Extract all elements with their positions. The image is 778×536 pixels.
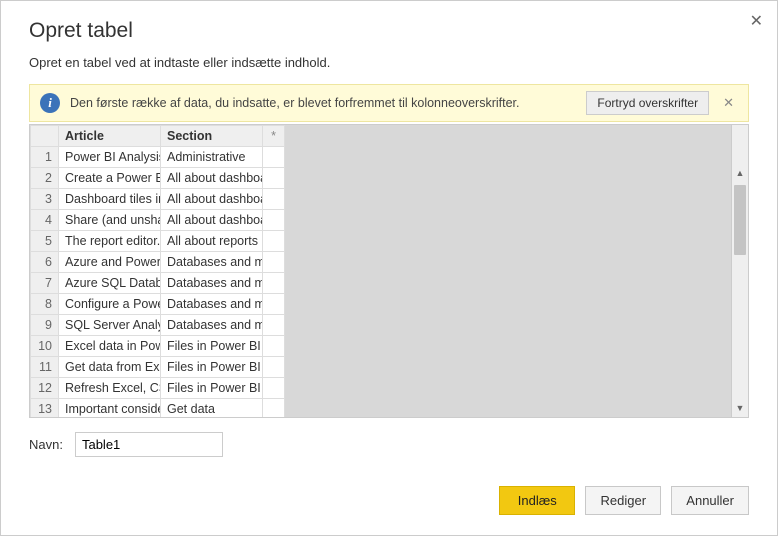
table-row[interactable]: 7Azure SQL DatabaDatabases and mo [31, 273, 285, 294]
cell-article[interactable]: Excel data in Powe [59, 336, 161, 357]
table-row[interactable]: 4Share (and unsharAll about dashboa [31, 210, 285, 231]
notice-text: Den første række af data, du indsatte, e… [70, 96, 576, 110]
cell-article[interactable]: Power BI Analysis [59, 147, 161, 168]
cell-section[interactable]: All about reports [161, 231, 263, 252]
cell-empty[interactable] [263, 294, 285, 315]
undo-headers-button[interactable]: Fortryd overskrifter [586, 91, 709, 115]
edit-button[interactable]: Rediger [585, 486, 661, 515]
row-number[interactable]: 10 [31, 336, 59, 357]
cell-section[interactable]: All about dashboa [161, 189, 263, 210]
cell-article[interactable]: Azure and Power B [59, 252, 161, 273]
cell-section[interactable]: Databases and mo [161, 315, 263, 336]
scroll-thumb[interactable] [734, 185, 746, 255]
row-number[interactable]: 11 [31, 357, 59, 378]
column-header-section[interactable]: Section [161, 126, 263, 147]
row-number[interactable]: 12 [31, 378, 59, 399]
cell-section[interactable]: Files in Power BI [161, 357, 263, 378]
header-row: Article Section * [31, 126, 285, 147]
data-grid: Article Section * 1Power BI AnalysisAdmi… [29, 124, 749, 418]
cell-article[interactable]: SQL Server Analys [59, 315, 161, 336]
cell-section[interactable]: Databases and mo [161, 294, 263, 315]
name-label: Navn: [29, 437, 63, 452]
info-notice: i Den første række af data, du indsatte,… [29, 84, 749, 122]
row-number[interactable]: 4 [31, 210, 59, 231]
row-number[interactable]: 2 [31, 168, 59, 189]
notice-close-icon[interactable]: ✕ [719, 95, 738, 111]
cell-section[interactable]: Files in Power BI [161, 378, 263, 399]
scroll-up-icon[interactable]: ▲ [732, 165, 748, 182]
cell-empty[interactable] [263, 336, 285, 357]
cell-empty[interactable] [263, 189, 285, 210]
cell-article[interactable]: Get data from Exc [59, 357, 161, 378]
cell-empty[interactable] [263, 147, 285, 168]
vertical-scrollbar[interactable]: ▲ ▼ [731, 125, 748, 417]
cell-section[interactable]: Get data [161, 399, 263, 418]
cell-empty[interactable] [263, 399, 285, 418]
cell-empty[interactable] [263, 252, 285, 273]
table-row[interactable]: 2Create a Power BIAll about dashboa [31, 168, 285, 189]
cell-article[interactable]: The report editor.. [59, 231, 161, 252]
cell-section[interactable]: Files in Power BI [161, 336, 263, 357]
row-number[interactable]: 7 [31, 273, 59, 294]
cell-section[interactable]: All about dashboa [161, 168, 263, 189]
cell-empty[interactable] [263, 210, 285, 231]
row-number[interactable]: 1 [31, 147, 59, 168]
load-button[interactable]: Indlæs [499, 486, 575, 515]
dialog-title: Opret tabel [29, 19, 749, 43]
table-name-input[interactable] [75, 432, 223, 457]
cell-empty[interactable] [263, 231, 285, 252]
row-number[interactable]: 9 [31, 315, 59, 336]
cell-article[interactable]: Dashboard tiles in [59, 189, 161, 210]
table-row[interactable]: 1Power BI AnalysisAdministrative [31, 147, 285, 168]
column-header-add[interactable]: * [263, 126, 285, 147]
cell-empty[interactable] [263, 273, 285, 294]
cell-article[interactable]: Important conside [59, 399, 161, 418]
cell-section[interactable]: Databases and mo [161, 252, 263, 273]
table-row[interactable]: 9SQL Server AnalysDatabases and mo [31, 315, 285, 336]
table-row[interactable]: 10Excel data in PoweFiles in Power BI [31, 336, 285, 357]
table-row[interactable]: 11Get data from ExcFiles in Power BI [31, 357, 285, 378]
cell-article[interactable]: Azure SQL Databa [59, 273, 161, 294]
table-row[interactable]: 3Dashboard tiles inAll about dashboa [31, 189, 285, 210]
table-row[interactable]: 13Important consideGet data [31, 399, 285, 418]
cancel-button[interactable]: Annuller [671, 486, 749, 515]
corner-cell [31, 126, 59, 147]
cell-empty[interactable] [263, 315, 285, 336]
cell-empty[interactable] [263, 168, 285, 189]
dialog-footer: Indlæs Rediger Annuller [499, 486, 749, 515]
scroll-down-icon[interactable]: ▼ [732, 400, 748, 417]
row-number[interactable]: 8 [31, 294, 59, 315]
cell-article[interactable]: Refresh Excel, CSV [59, 378, 161, 399]
cell-empty[interactable] [263, 357, 285, 378]
table-row[interactable]: 8Configure a PowerDatabases and mo [31, 294, 285, 315]
row-number[interactable]: 5 [31, 231, 59, 252]
table-row[interactable]: 12Refresh Excel, CSVFiles in Power BI [31, 378, 285, 399]
info-icon: i [40, 93, 60, 113]
dialog-subtitle: Opret en tabel ved at indtaste eller ind… [29, 55, 749, 70]
table-row[interactable]: 5The report editor..All about reports [31, 231, 285, 252]
create-table-dialog: Opret tabel Opret en tabel ved at indtas… [1, 1, 777, 457]
table-row[interactable]: 6Azure and Power BDatabases and mo [31, 252, 285, 273]
cell-article[interactable]: Configure a Power [59, 294, 161, 315]
cell-empty[interactable] [263, 378, 285, 399]
column-header-article[interactable]: Article [59, 126, 161, 147]
cell-section[interactable]: All about dashboa [161, 210, 263, 231]
row-number[interactable]: 3 [31, 189, 59, 210]
row-number[interactable]: 6 [31, 252, 59, 273]
cell-article[interactable]: Create a Power BI [59, 168, 161, 189]
row-number[interactable]: 13 [31, 399, 59, 418]
close-icon[interactable]: ✕ [746, 7, 767, 35]
cell-section[interactable]: Databases and mo [161, 273, 263, 294]
cell-section[interactable]: Administrative [161, 147, 263, 168]
cell-article[interactable]: Share (and unshar [59, 210, 161, 231]
